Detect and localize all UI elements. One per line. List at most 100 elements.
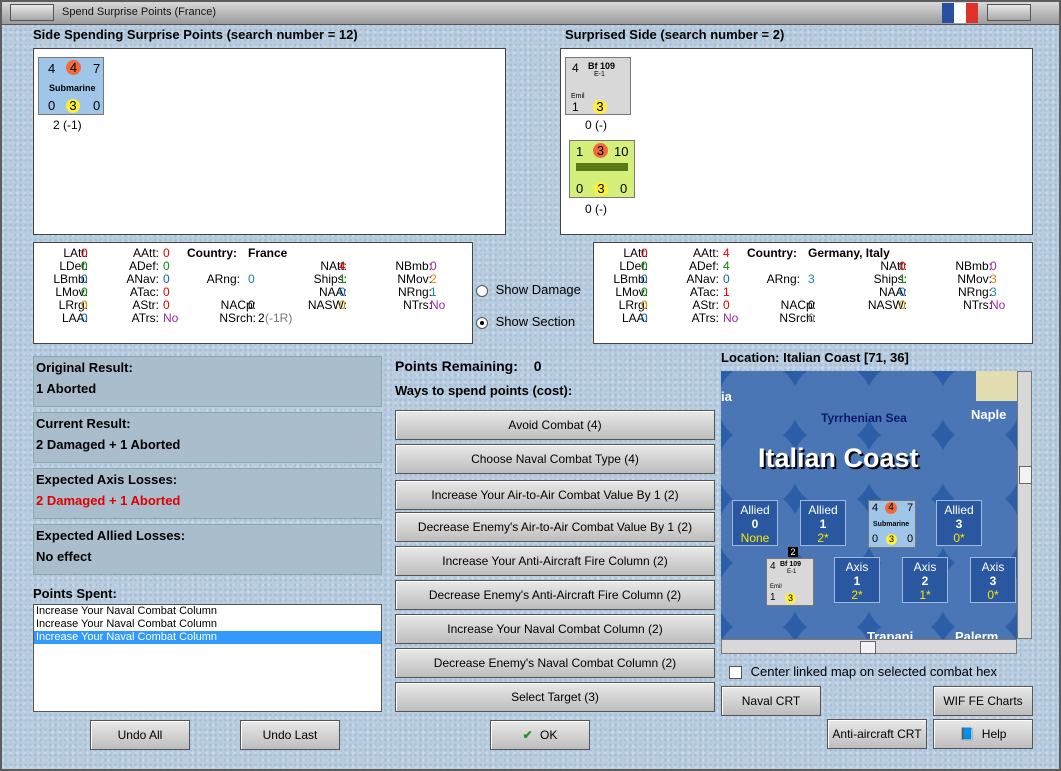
counter-bot-left: 0 bbox=[48, 98, 56, 113]
country-value: Germany, Italy bbox=[808, 246, 890, 260]
map-label-naples: Naple bbox=[971, 407, 1007, 422]
ok-button[interactable]: ✔ OK bbox=[490, 720, 590, 750]
points-remaining: Points Remaining: 0 bbox=[395, 358, 542, 374]
undo-all-button[interactable]: Undo All bbox=[90, 720, 190, 750]
counter-top-left: 1 bbox=[576, 144, 584, 159]
increase-air-to-air-button[interactable]: Increase Your Air-to-Air Combat Value By… bbox=[395, 480, 715, 510]
allied-box-3[interactable]: Allied 3 0* bbox=[936, 500, 982, 546]
current-result-value: 2 Damaged + 1 Aborted bbox=[36, 437, 181, 452]
counter-bot-left: 0 bbox=[576, 181, 584, 196]
original-result-box: Original Result: 1 Aborted bbox=[33, 356, 382, 407]
bf109-counter[interactable]: 4 Bf 109 E-1 Emil 1 3 bbox=[565, 57, 631, 115]
current-result-label: Current Result: bbox=[36, 416, 131, 431]
axis-box-3[interactable]: Axis 3 0* bbox=[970, 557, 1016, 603]
decrease-enemy-air-to-air-button[interactable]: Decrease Enemy's Air-to-Air Combat Value… bbox=[395, 512, 715, 542]
map-label-palermo: Palerm bbox=[955, 629, 999, 639]
left-units-panel: 4 4 7 Submarine 0 3 0 2 (-1) bbox=[33, 48, 506, 235]
dialog-window: Spend Surprise Points (France) Side Spen… bbox=[0, 0, 1061, 771]
allied-losses-value: No effect bbox=[36, 549, 92, 564]
checkbox-icon bbox=[729, 666, 742, 680]
increase-naval-combat-button[interactable]: Increase Your Naval Combat Column (2) bbox=[395, 614, 715, 644]
location-value: Italian Coast [71, 36] bbox=[783, 350, 909, 365]
help-button[interactable]: 📘 Help bbox=[933, 719, 1033, 749]
list-item[interactable]: Increase Your Naval Combat Column bbox=[34, 605, 381, 618]
show-damage-label: Show Damage bbox=[495, 282, 581, 297]
axis-box-2[interactable]: Axis 2 1* bbox=[902, 557, 948, 603]
counter-bot-mid: 3 bbox=[594, 182, 608, 196]
ship-silhouette-icon bbox=[576, 163, 628, 171]
points-spent-list[interactable]: Increase Your Naval Combat Column Increa… bbox=[33, 604, 382, 712]
map-vertical-scrollbar[interactable] bbox=[1017, 371, 1032, 639]
original-result-value: 1 Aborted bbox=[36, 381, 97, 396]
right-units-panel: 4 Bf 109 E-1 Emil 1 3 0 (-) 1 3 10 0 3 0… bbox=[560, 48, 1033, 235]
france-flag-icon bbox=[942, 3, 978, 23]
counter-caption: 2 (-1) bbox=[53, 118, 82, 132]
counter-sub: E-1 bbox=[594, 71, 605, 78]
submarine-counter[interactable]: 4 4 7 Submarine 0 3 0 bbox=[38, 57, 104, 115]
right-stats-panel: LAtt: 0 LDef: 0 LBmb: 0 LMov: 0 LRrg: 0 LAA: 0… bbox=[593, 242, 1033, 344]
undo-last-button[interactable]: Undo Last bbox=[240, 720, 340, 750]
axis-box-1[interactable]: Axis 1 2* bbox=[834, 557, 880, 603]
horizontal-scroll-thumb[interactable] bbox=[860, 641, 876, 654]
map-submarine-counter[interactable]: 4 4 7 Submarine 0 3 0 bbox=[868, 500, 916, 548]
right-side-header: Surprised Side (search number = 2) bbox=[565, 27, 785, 42]
axis-losses-value: 2 Damaged + 1 Aborted bbox=[36, 493, 181, 508]
combat-hex-map[interactable]: ia Tyrrhenian Sea Naple Italian Coast Tr… bbox=[721, 371, 1017, 639]
center-map-label: Center linked map on selected combat hex bbox=[750, 664, 998, 679]
location-label: Location: bbox=[721, 350, 780, 365]
allied-box-1[interactable]: Allied 1 2* bbox=[800, 500, 846, 546]
points-remaining-label: Points Remaining: bbox=[395, 358, 518, 374]
help-book-icon: 📘 bbox=[959, 727, 975, 741]
map-bf109-counter[interactable]: 4 Bf 109 E-1 Emil 1 3 bbox=[766, 558, 814, 606]
ways-to-spend-label: Ways to spend points (cost): bbox=[395, 383, 573, 398]
system-menu-button[interactable] bbox=[10, 4, 54, 21]
choose-naval-combat-type-button[interactable]: Choose Naval Combat Type (4) bbox=[395, 444, 715, 474]
increase-anti-aircraft-button[interactable]: Increase Your Anti-Aircraft Fire Column … bbox=[395, 546, 715, 576]
points-spent-label: Points Spent: bbox=[33, 586, 117, 601]
avoid-combat-button[interactable]: Avoid Combat (4) bbox=[395, 410, 715, 440]
select-target-button[interactable]: Select Target (3) bbox=[395, 682, 715, 712]
counter-top-mid: 4 bbox=[66, 60, 81, 75]
axis-losses-label: Expected Axis Losses: bbox=[36, 472, 178, 487]
left-stats-panel: LAtt: 0 LDef: 0 LBmb: 0 LMov: 0 LRrg: 0 LAA: 0… bbox=[33, 242, 473, 344]
naval-crt-button[interactable]: Naval CRT bbox=[721, 686, 821, 716]
country-label: Country: bbox=[187, 246, 237, 260]
vertical-scroll-thumb[interactable] bbox=[1019, 466, 1032, 484]
counter-name: Bf 109 bbox=[588, 61, 616, 71]
show-damage-radio[interactable]: Show Damage bbox=[476, 282, 581, 297]
sea-label: Tyrrhenian Sea bbox=[821, 411, 907, 425]
allied-box-0[interactable]: Allied 0 None bbox=[732, 500, 778, 546]
location: Location: Italian Coast [71, 36] bbox=[721, 350, 909, 365]
close-window-button[interactable] bbox=[987, 4, 1031, 21]
list-item[interactable]: Increase Your Naval Combat Column bbox=[34, 631, 381, 644]
decrease-enemy-anti-aircraft-button[interactable]: Decrease Enemy's Anti-Aircraft Fire Colu… bbox=[395, 580, 715, 610]
allied-losses-label: Expected Allied Losses: bbox=[36, 528, 186, 543]
land-patch bbox=[976, 371, 1017, 401]
center-map-checkbox[interactable]: Center linked map on selected combat hex bbox=[729, 664, 998, 680]
map-horizontal-scrollbar[interactable] bbox=[721, 639, 1017, 654]
list-item[interactable]: Increase Your Naval Combat Column bbox=[34, 618, 381, 631]
counter-top-right: 10 bbox=[614, 144, 629, 159]
show-section-radio[interactable]: Show Section bbox=[476, 314, 575, 329]
counter-top-mid: 3 bbox=[593, 143, 608, 158]
axis-losses-box: Expected Axis Losses: 2 Damaged + 1 Abor… bbox=[33, 468, 382, 519]
map-label-edge: ia bbox=[721, 389, 732, 404]
country-label: Country: bbox=[747, 246, 797, 260]
left-side-header: Side Spending Surprise Points (search nu… bbox=[33, 27, 358, 42]
decrease-enemy-naval-combat-button[interactable]: Decrease Enemy's Naval Combat Column (2) bbox=[395, 648, 715, 678]
counter-sub2: Emil bbox=[571, 93, 585, 100]
counter-bot-right: 0 bbox=[93, 98, 101, 113]
radio-checked-icon bbox=[476, 316, 488, 329]
title-bar: Spend Surprise Points (France) bbox=[2, 2, 1059, 25]
wif-fe-charts-button[interactable]: WIF FE Charts bbox=[933, 686, 1033, 716]
window-title: Spend Surprise Points (France) bbox=[62, 6, 217, 18]
counter-name: Submarine bbox=[49, 83, 96, 93]
original-result-label: Original Result: bbox=[36, 360, 133, 375]
anti-aircraft-crt-button[interactable]: Anti-aircraft CRT bbox=[827, 719, 927, 749]
italian-ship-counter[interactable]: 1 3 10 0 3 0 bbox=[569, 140, 635, 198]
counter-caption: 0 (-) bbox=[585, 118, 607, 132]
checkmark-icon: ✔ bbox=[522, 728, 533, 742]
show-section-label: Show Section bbox=[495, 314, 576, 329]
radio-unchecked-icon bbox=[476, 284, 488, 297]
counter-top-left: 4 bbox=[572, 61, 579, 75]
